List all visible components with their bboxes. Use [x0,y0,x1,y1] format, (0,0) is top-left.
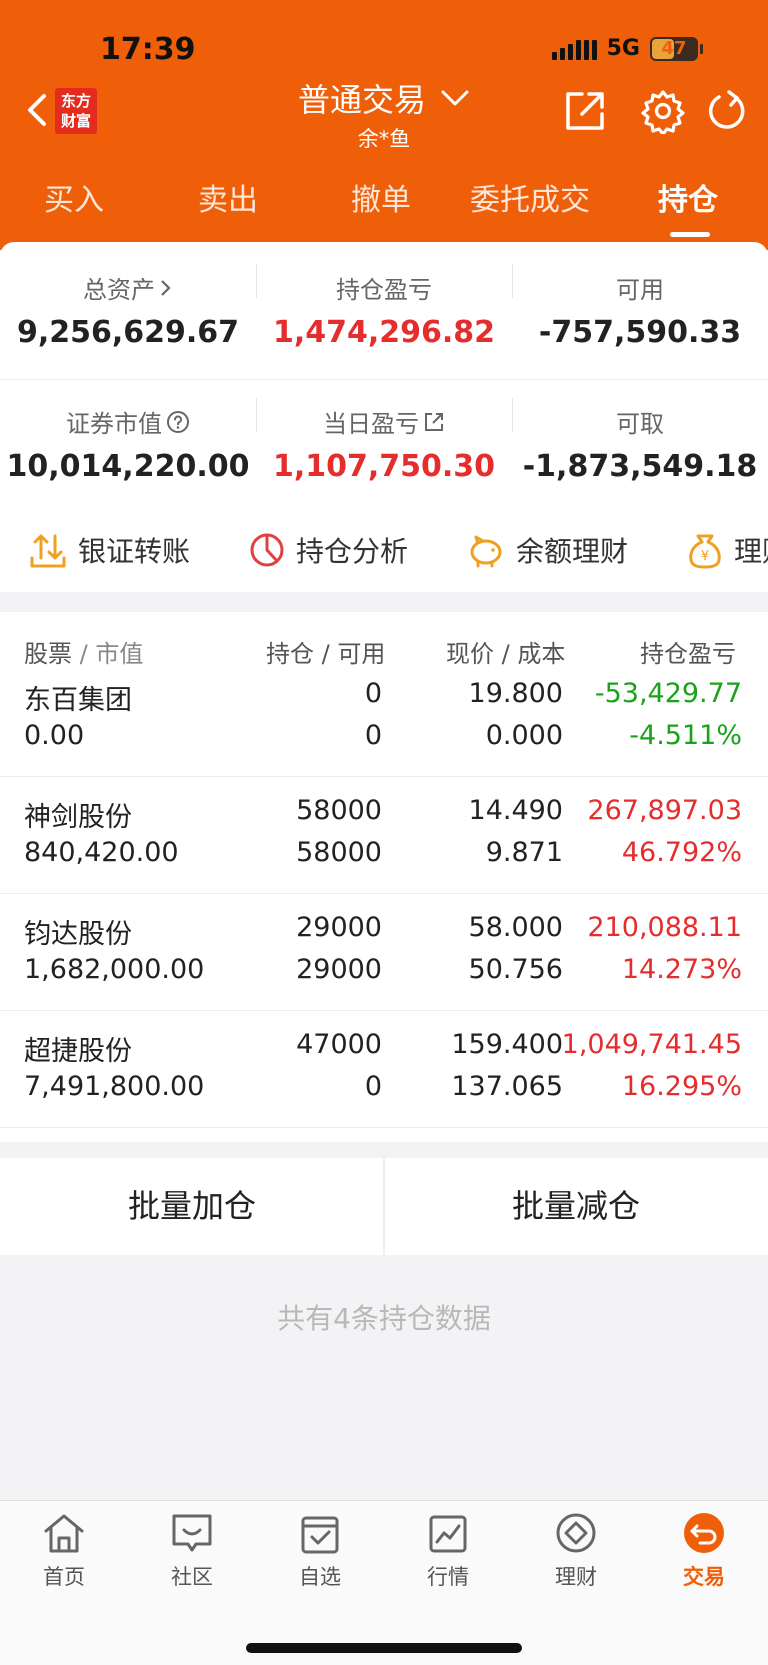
page-title[interactable]: 普通交易 [298,75,426,121]
stock-name: 超捷股份 [24,1036,132,1067]
position-pnl: 1,049,741.45 [561,1029,742,1060]
active-tab-indicator [670,232,710,237]
home-indicator[interactable] [246,1643,522,1653]
nav-home[interactable]: 首页 [0,1511,128,1591]
share-icon[interactable] [562,88,608,134]
pie-chart-icon [250,533,284,567]
trade-tabs: 买入 卖出 撤单 委托成交 持仓 [0,175,768,225]
battery-level: 47 [661,37,687,59]
status-bar-right: 5G 47 [551,36,703,61]
table-row[interactable]: 东百集团 0.00 0 0 19.800 0.000 -53,429.77 -4.511% [0,660,768,777]
calendar-check-icon [301,1516,339,1554]
trade-return-icon [684,1513,724,1553]
piggy-bank-icon [470,535,502,568]
avail-qty: 29000 [296,954,382,985]
pnl-percent: -4.511% [629,720,742,751]
hold-qty: 29000 [296,912,382,943]
available-value: -757,590.33 [538,315,742,350]
stock-name: 神剑股份 [24,802,132,833]
signal-icon [551,38,597,60]
nav-watchlist[interactable]: 自选 [256,1511,384,1591]
chevron-right-icon [161,279,171,296]
holdings-table: 股票 / 市值 持仓 / 可用 现价 / 成本 持仓盈亏 东百集团 0.00 0 0 1… [0,612,768,1142]
table-row[interactable]: 钧达股份 1,682,000.00 29000 29000 58.000 50.756 21… [0,894,768,1011]
nav-trade[interactable]: 交易 [640,1511,768,1591]
svg-text:¥: ¥ [701,549,709,564]
position-pnl-value: 1,474,296.82 [272,315,496,350]
avail-qty: 0 [364,720,382,751]
tab-sell[interactable]: 卖出 [198,175,258,219]
stock-name: 钧达股份 [24,919,132,950]
cost-price: 9.871 [485,837,563,868]
stat-market-value: 证券市值 10,014,220.00 [0,404,256,484]
tab-buy[interactable]: 买入 [44,175,104,219]
batch-actions: 批量加仓 批量减仓 [0,1158,768,1255]
market-value: 0.00 [24,720,85,751]
table-row[interactable]: 超捷股份 7,491,800.00 47000 0 159.400 137.065 1,04… [0,1011,768,1128]
current-price: 159.400 [451,1029,563,1060]
position-pnl: 267,897.03 [587,795,742,826]
tab-positions[interactable]: 持仓 [658,175,718,219]
settings-gear-icon[interactable] [640,88,686,134]
stat-withdrawable: 可取 -1,873,549.18 [512,404,768,484]
quick-bank-transfer[interactable]: 银证转账 [28,530,190,570]
current-price: 14.490 [468,795,563,826]
stat-total-assets[interactable]: 总资产 9,256,629.67 [0,270,256,350]
market-value: 7,491,800.00 [24,1071,205,1102]
position-pnl: 210,088.11 [587,912,742,943]
holdings-count-note: 共有4条持仓数据 [277,1302,491,1335]
current-price: 58.000 [468,912,563,943]
quick-balance-wealth[interactable]: 余额理财 [466,530,628,570]
cost-price: 0.000 [485,720,563,751]
bottom-nav: 首页 社区 自选 行情 理财 交易 [0,1500,768,1665]
stat-available: 可用 -757,590.33 [512,270,768,350]
nav-community[interactable]: 社区 [128,1511,256,1591]
tab-orders-deals[interactable]: 委托成交 [470,175,590,219]
quick-position-analysis[interactable]: 持仓分析 [248,530,408,570]
withdrawable-value: -1,873,549.18 [522,449,758,484]
current-price: 19.800 [468,678,563,709]
tab-cancel-order[interactable]: 撤单 [351,175,411,219]
hold-qty: 0 [364,678,382,709]
refresh-icon[interactable] [703,88,749,134]
pnl-percent: 14.273% [621,954,742,985]
pnl-percent: 46.792% [621,837,742,868]
batch-add-button[interactable]: 批量加仓 [0,1158,384,1255]
home-icon [44,1514,84,1553]
line-chart-icon [429,1515,467,1553]
hold-qty: 47000 [296,1029,382,1060]
nav-wealth[interactable]: 理财 [512,1511,640,1591]
help-circle-icon[interactable] [166,410,190,434]
quick-wealth[interactable]: ¥ 理财 [686,530,768,570]
network-label: 5G [606,36,640,61]
hold-qty: 58000 [296,795,382,826]
status-time: 17:39 [100,32,196,67]
daily-pnl-value: 1,107,750.30 [272,449,496,484]
market-value-value: 10,014,220.00 [6,449,250,484]
nav-market[interactable]: 行情 [384,1511,512,1591]
market-value: 1,682,000.00 [24,954,205,985]
avail-qty: 58000 [296,837,382,868]
stat-daily-pnl[interactable]: 当日盈亏 1,107,750.30 [256,404,512,484]
stat-position-pnl: 持仓盈亏 1,474,296.82 [256,270,512,350]
battery-icon: 47 [650,36,703,61]
stock-name: 东百集团 [24,685,132,716]
transfer-arrows-icon [30,534,66,568]
chevron-down-icon[interactable] [440,88,470,108]
money-bag-icon: ¥ [689,534,721,569]
position-pnl: -53,429.77 [594,678,742,709]
chat-bubble-icon [172,1514,212,1552]
cost-price: 137.065 [451,1071,563,1102]
total-assets-value: 9,256,629.67 [16,315,240,350]
pnl-percent: 16.295% [621,1071,742,1102]
batch-reduce-button[interactable]: 批量减仓 [384,1158,768,1255]
market-value: 840,420.00 [24,837,179,868]
cost-price: 50.756 [468,954,563,985]
avail-qty: 0 [364,1071,382,1102]
table-row[interactable]: 神剑股份 840,420.00 58000 58000 14.490 9.871 267,8… [0,777,768,894]
external-link-icon[interactable] [423,411,445,433]
diamond-circle-icon [556,1513,596,1553]
app-header: 17:39 5G 47 东方 财富 普通交易 余*鱼 买入 卖出 撤单 委托成交… [0,0,768,250]
